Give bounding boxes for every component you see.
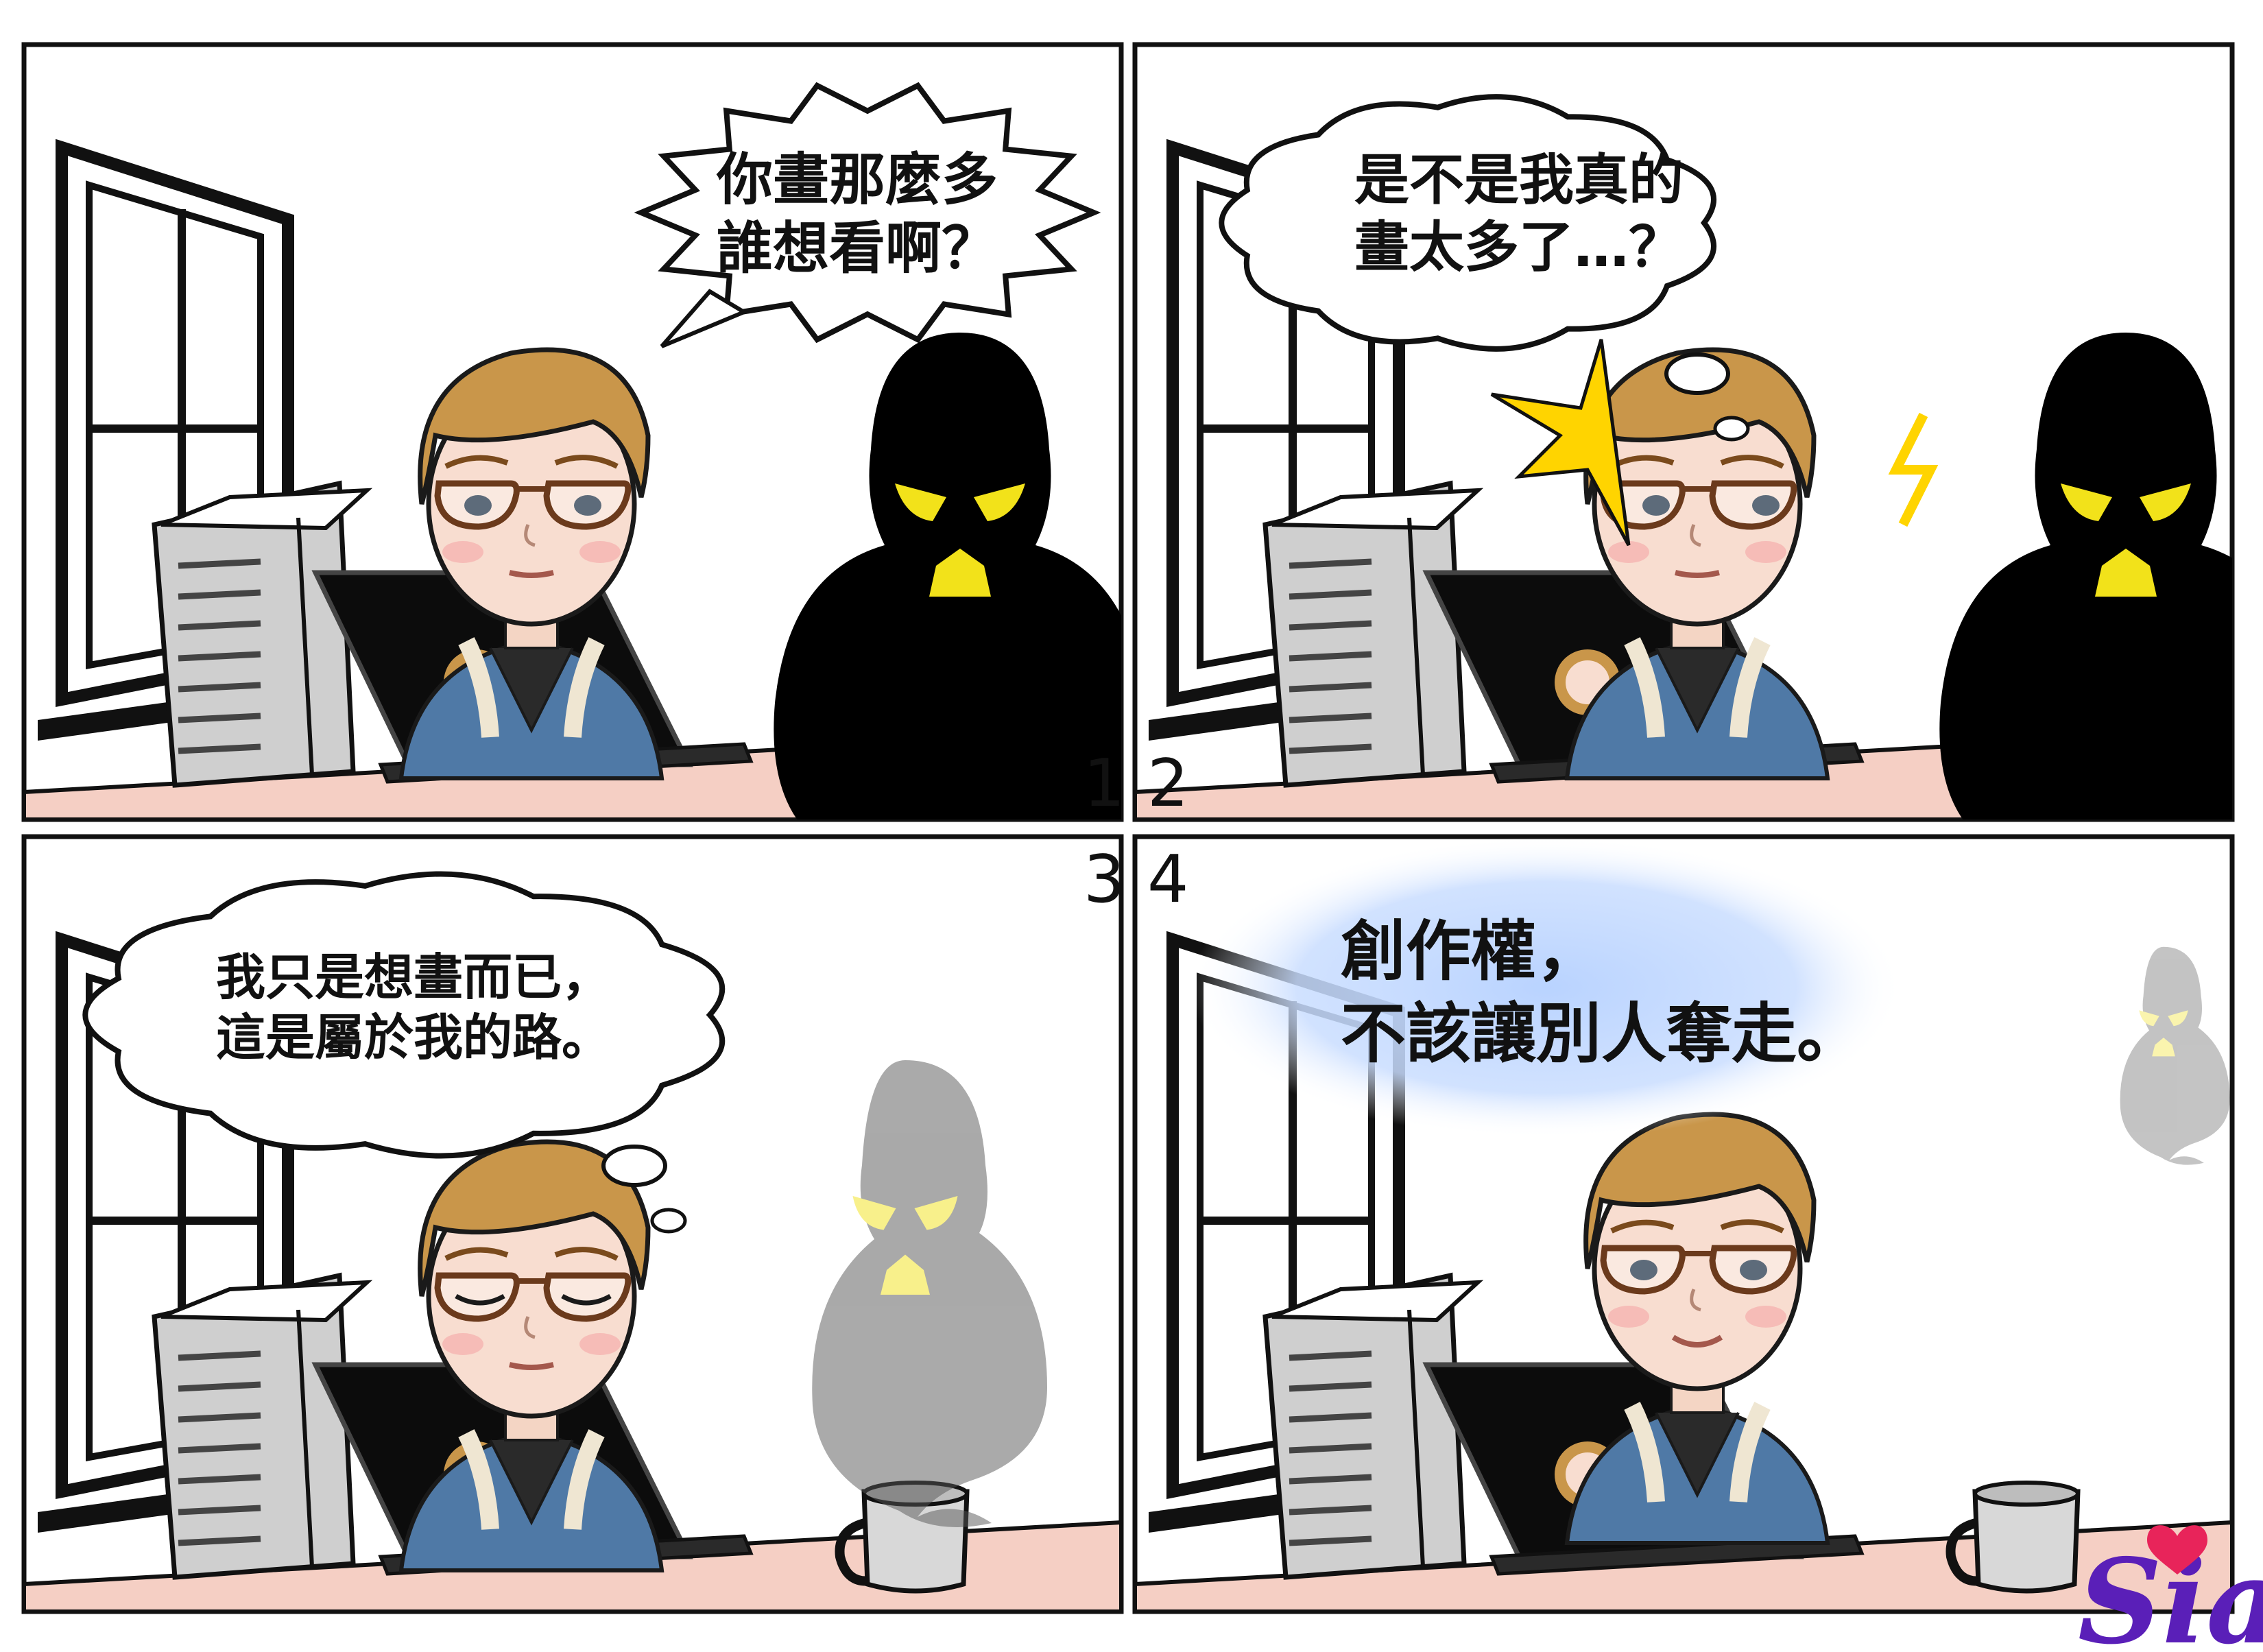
panel-1: 你畫那麼多誰想看啊？ 1 bbox=[21, 42, 1125, 822]
panel-number-4: 4 bbox=[1147, 842, 1188, 918]
bubble-text-line: 誰想看啊？ bbox=[717, 216, 998, 281]
paper-stack-icon bbox=[1262, 480, 1484, 788]
thought-dot bbox=[1713, 416, 1750, 442]
paper-stack-icon bbox=[152, 1272, 373, 1580]
bubble-text-line: 這是屬於我的路。 bbox=[216, 1009, 611, 1066]
panel-number-3: 3 bbox=[1083, 842, 1125, 918]
panel-2: 是不是我真的畫太多了…？ 2 bbox=[1132, 42, 2235, 822]
panel-number-1: 1 bbox=[1083, 746, 1125, 822]
panel-number-2: 2 bbox=[1147, 746, 1188, 822]
panel-3: 我只是想畫而已，這是屬於我的路。 3 bbox=[21, 834, 1125, 1614]
paper-stack-icon bbox=[152, 480, 373, 788]
paper-stack-icon bbox=[1262, 1272, 1484, 1580]
bubble-text-line: 創作權， bbox=[1341, 914, 1601, 990]
person-icon bbox=[1564, 1112, 1830, 1545]
panel-4: 創作權，不該讓別人奪走。 4 bbox=[1132, 834, 2235, 1614]
person-icon bbox=[398, 1139, 664, 1572]
bubble-text-line: 是不是我真的 bbox=[1354, 148, 1684, 212]
bubble-text-line: 畫太多了…？ bbox=[1354, 215, 1684, 279]
bubble-text-line: 不該讓別人奪走。 bbox=[1341, 996, 1862, 1072]
bubble-text-line: 我只是想畫而已， bbox=[216, 948, 611, 1006]
bubble-text-line: 你畫那麼多 bbox=[716, 147, 998, 213]
thought-dot bbox=[601, 1145, 667, 1187]
comic-strip: 你畫那麼多誰想看啊？ 1 是不是我真的畫太多了…？ 2 我只是想畫而已，這是屬於我的路。… bbox=[21, 42, 2263, 1652]
thought-dot bbox=[650, 1208, 687, 1234]
person-icon bbox=[398, 347, 664, 780]
thought-dot bbox=[1664, 352, 1730, 395]
signature-group: Sian bbox=[2078, 1525, 2263, 1652]
